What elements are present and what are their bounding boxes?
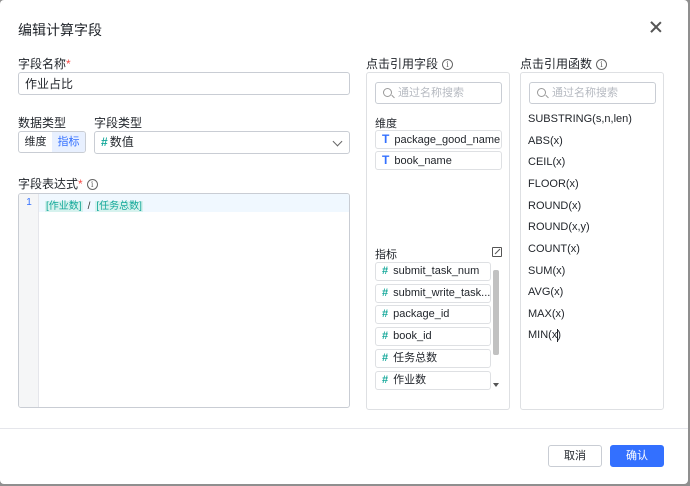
number-type-icon: # [382, 330, 389, 342]
function-item[interactable]: CEIL(x) [528, 156, 565, 168]
metric-field-chip[interactable]: # book_id [375, 327, 491, 346]
expression-operator: / [87, 201, 91, 212]
function-item[interactable]: ROUND(x) [528, 200, 581, 212]
metric-heading: 指标 [375, 249, 397, 261]
field-type-value: 数值 [109, 135, 134, 149]
metric-field-chip[interactable]: # package_id [375, 305, 491, 324]
line-number: 1 [26, 197, 32, 208]
fields-panel-header: 点击引用字段 i [366, 55, 454, 72]
metric-field-chip[interactable]: # submit_write_task... [375, 284, 491, 303]
field-name-label: 字段名称* [18, 57, 71, 71]
expression-token: [任务总数] [95, 201, 143, 212]
data-type-metric-option[interactable]: 指标 [52, 132, 85, 152]
number-type-icon: # [382, 265, 389, 277]
function-item[interactable]: ABS(x) [528, 135, 563, 147]
function-item[interactable]: AVG(x) [528, 286, 563, 298]
metric-field-chip[interactable]: # submit_task_num [375, 262, 491, 281]
function-item[interactable]: COUNT(x) [528, 243, 580, 255]
info-icon: i [442, 59, 454, 70]
function-item[interactable]: MAX(x) [528, 308, 565, 320]
function-item[interactable]: FLOOR(x) [528, 178, 579, 190]
expression-token: [作业数] [45, 201, 83, 212]
chevron-down-icon [332, 136, 343, 147]
expression-label: 字段表达式* i [18, 175, 98, 192]
text-type-icon: T [382, 132, 390, 146]
search-icon [383, 88, 392, 97]
fields-search-input[interactable]: 通过名称搜索 [375, 82, 502, 104]
search-icon [537, 88, 546, 97]
function-item[interactable]: SUBSTRING(s,n,len) [528, 113, 632, 125]
expression-editor[interactable]: 1 [作业数] / [任务总数] [18, 193, 350, 408]
close-icon[interactable] [648, 19, 664, 35]
data-type-label: 数据类型 [18, 116, 67, 130]
editor-gutter: 1 [19, 194, 39, 407]
expand-icon[interactable] [492, 247, 502, 257]
cancel-button[interactable]: 取消 [548, 445, 602, 467]
dialog-title: 编辑计算字段 [18, 22, 102, 38]
footer-divider [0, 428, 688, 429]
number-type-icon: # [382, 352, 389, 364]
edit-calculated-field-dialog: 编辑计算字段 字段名称* 作业占比 数据类型 字段类型 维度 指标 # 数值 字段… [0, 0, 688, 484]
function-item[interactable]: ROUND(x,y) [528, 221, 590, 233]
info-icon: i [86, 179, 98, 190]
number-type-icon: # [382, 374, 389, 386]
confirm-button[interactable]: 确认 [610, 445, 664, 467]
metric-field-chip[interactable]: # 作业数 [375, 371, 491, 390]
number-type-icon: # [382, 308, 389, 320]
metric-field-chip[interactable]: # 任务总数 [375, 349, 491, 368]
field-type-label: 字段类型 [94, 116, 143, 130]
fields-panel: 通过名称搜索 维度 Tpackage_good_name Tbook_name … [366, 72, 510, 410]
metrics-scrollbar[interactable] [492, 270, 500, 390]
number-type-icon: # [101, 135, 108, 149]
function-item[interactable]: SUM(x) [528, 265, 565, 277]
functions-panel-header: 点击引用函数 i [520, 55, 608, 72]
field-name-input[interactable]: 作业占比 [18, 72, 350, 95]
required-mark: * [66, 57, 71, 71]
field-type-select[interactable]: # 数值 [94, 131, 350, 154]
dimension-field-chip[interactable]: Tpackage_good_name [375, 130, 502, 149]
info-icon: i [596, 59, 608, 70]
text-type-icon: T [382, 153, 390, 167]
dimension-heading: 维度 [375, 118, 397, 130]
data-type-dimension-option[interactable]: 维度 [19, 132, 52, 152]
functions-search-input[interactable]: 通过名称搜索 [529, 82, 656, 104]
scroll-down-arrow-icon[interactable] [493, 383, 499, 387]
expression-code: [作业数] / [任务总数] [45, 197, 143, 212]
scrollbar-thumb[interactable] [493, 270, 499, 355]
dimension-field-chip[interactable]: Tbook_name [375, 151, 502, 170]
data-type-toggle: 维度 指标 [18, 131, 86, 153]
text-cursor [557, 329, 558, 342]
number-type-icon: # [382, 287, 389, 299]
